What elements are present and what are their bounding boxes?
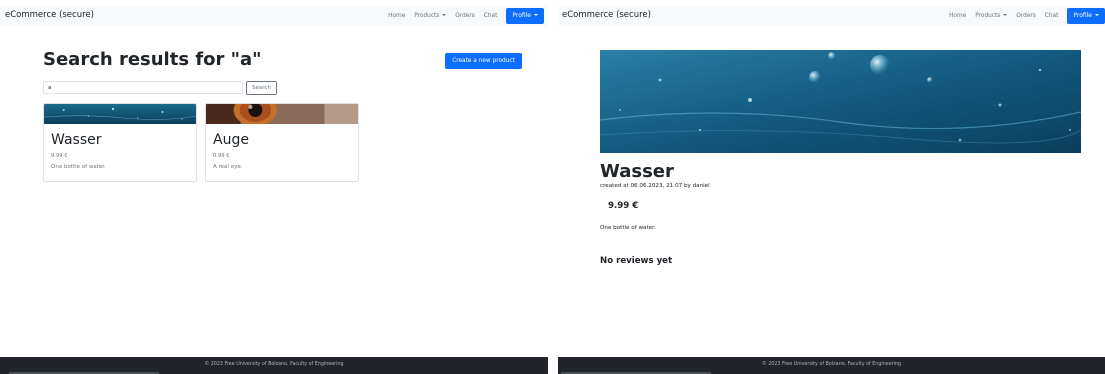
nav-products-dropdown[interactable]: Products [414,13,447,19]
profile-label: Profile [1073,12,1092,19]
nav-home-link[interactable]: Home [949,13,966,19]
product-title: Wasser [600,161,674,182]
footer: © 2023 Free University of Bolzano, Facul… [0,357,548,374]
product-price: 9.99 € [51,153,68,159]
search-button[interactable]: Search [246,81,277,95]
profile-dropdown-button[interactable]: Profile [1067,8,1105,24]
navbar-brand[interactable]: eCommerce (secure) [5,10,94,20]
profile-label: Profile [512,12,531,19]
product-image-water[interactable] [44,104,196,124]
product-image-eye[interactable] [206,104,358,124]
product-name[interactable]: Auge [213,132,249,148]
create-product-button[interactable]: Create a new product [445,53,522,69]
nav-home-link[interactable]: Home [388,13,405,19]
nav-products-dropdown[interactable]: Products [975,13,1008,19]
nav-links: Home Products Orders Chat Profile [949,6,1105,26]
screenshot-stage: eCommerce (secure) Home Products Orders … [0,0,1105,374]
product-card-wasser[interactable]: Wasser 9.99 € One bottle of water. [43,103,197,182]
product-price: 9.99 € [608,201,639,211]
nav-products-label: Products [414,13,440,19]
search-input[interactable] [43,81,243,94]
product-card-auge[interactable]: Auge 0.99 € A real eye. [205,103,359,182]
nav-orders-link[interactable]: Orders [455,13,475,19]
nav-orders-link[interactable]: Orders [1016,13,1036,19]
footer: © 2023 Free University of Bolzano, Facul… [558,357,1105,374]
navbar: eCommerce (secure) Home Products Orders … [558,6,1105,26]
nav-products-label: Products [975,13,1001,19]
product-description: One bottle of water. [51,164,106,170]
product-description: A real eye. [213,164,243,170]
reviews-heading: No reviews yet [600,256,673,266]
nav-chat-link[interactable]: Chat [1045,13,1059,19]
product-description: One bottle of water. [600,225,656,231]
product-hero-image [600,50,1081,153]
profile-dropdown-button[interactable]: Profile [506,8,544,24]
caret-down-icon [534,14,538,16]
product-created-at: created at 06.06.2023, 21:07 by daniel [600,183,710,189]
nav-links: Home Products Orders Chat Profile [388,6,548,26]
footer-copyright: © 2023 Free University of Bolzano, Facul… [761,362,902,367]
page-title: Search results for "a" [43,49,262,70]
caret-down-icon [1095,14,1099,16]
product-detail-window: eCommerce (secure) Home Products Orders … [558,0,1105,374]
product-price: 0.99 € [213,153,230,159]
navbar: eCommerce (secure) Home Products Orders … [0,6,548,26]
search-results-window: eCommerce (secure) Home Products Orders … [0,0,548,374]
footer-copyright: © 2023 Free University of Bolzano, Facul… [204,362,344,367]
caret-down-icon [1003,14,1008,16]
nav-chat-link[interactable]: Chat [484,13,498,19]
product-name[interactable]: Wasser [51,132,101,148]
navbar-brand[interactable]: eCommerce (secure) [562,10,651,20]
caret-down-icon [442,14,447,16]
